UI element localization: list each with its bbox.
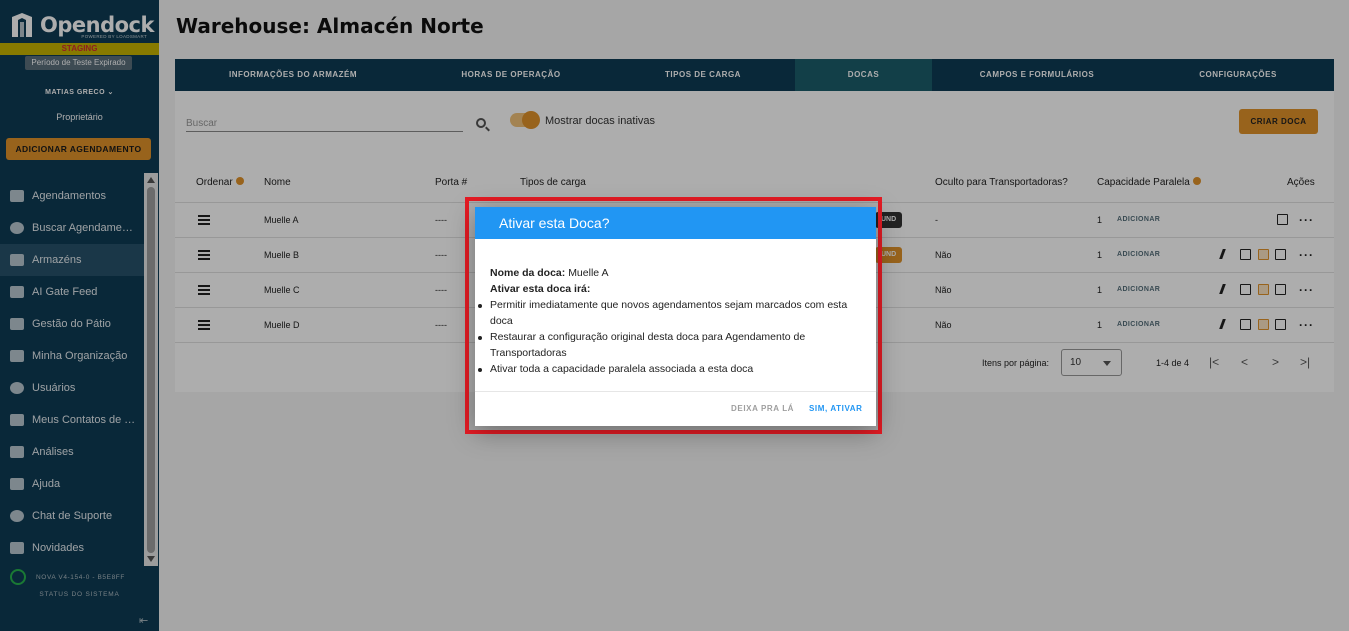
effects-list: Permitir imediatamente que novos agendam… xyxy=(478,297,860,377)
cancel-button[interactable]: DEIXA PRA LÁ xyxy=(731,404,794,413)
effects-label: Ativar esta doca irá: xyxy=(490,281,860,297)
dock-name-label: Nome da doca: xyxy=(490,267,566,279)
effect-item: Ativar toda a capacidade paralela associ… xyxy=(478,361,860,377)
dock-name-value: Muelle A xyxy=(568,267,609,279)
effect-item: Restaurar a configuração original desta … xyxy=(478,329,860,361)
effects-label-text: Ativar esta doca irá: xyxy=(490,283,591,295)
activate-dock-dialog: Ativar esta Doca? Nome da doca: Muelle A… xyxy=(475,207,876,426)
confirm-activate-button[interactable]: SIM, ATIVAR xyxy=(809,404,863,413)
dock-name-line: Nome da doca: Muelle A xyxy=(490,265,860,281)
dialog-divider xyxy=(475,391,876,392)
dialog-title: Ativar esta Doca? xyxy=(475,207,876,239)
effect-item: Permitir imediatamente que novos agendam… xyxy=(478,297,860,329)
dialog-body: Nome da doca: Muelle A Ativar esta doca … xyxy=(478,265,860,377)
